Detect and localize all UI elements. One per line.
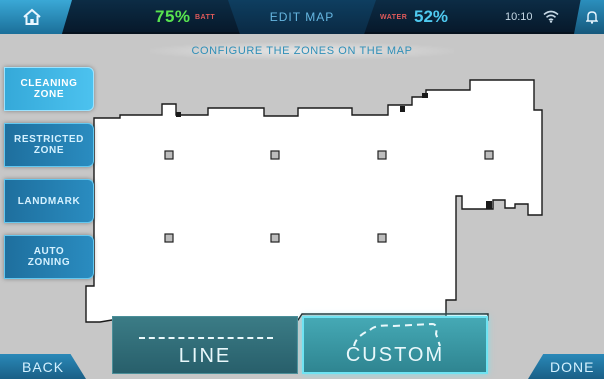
cleaning-zone-button[interactable]: CLEANING ZONE — [4, 67, 94, 111]
pillar-marker — [270, 233, 280, 243]
restricted-zone-button[interactable]: RESTRICTED ZONE — [4, 123, 94, 167]
map-detail — [486, 201, 492, 209]
cleaning-zone-label: CLEANING ZONE — [20, 78, 78, 100]
dashed-line-icon — [139, 337, 273, 339]
auto-zoning-button[interactable]: AUTO ZONING — [4, 235, 94, 279]
landmark-label: LANDMARK — [17, 195, 81, 207]
auto-zoning-label: AUTO ZONING — [27, 246, 71, 268]
pillar-marker — [377, 233, 387, 243]
line-mode-button[interactable]: LINE — [112, 316, 298, 374]
custom-shape-icon — [353, 322, 441, 347]
map-detail — [422, 93, 428, 98]
line-mode-label: LINE — [178, 345, 232, 367]
map-detail — [400, 106, 405, 112]
pillar-marker — [484, 150, 494, 160]
custom-mode-button[interactable]: CUSTOM — [302, 316, 488, 374]
pillar-marker — [377, 150, 387, 160]
pillar-marker — [164, 150, 174, 160]
restricted-zone-label: RESTRICTED ZONE — [14, 134, 84, 156]
back-label: BACK — [22, 358, 65, 375]
landmark-button[interactable]: LANDMARK — [4, 179, 94, 223]
done-label: DONE — [550, 358, 595, 375]
instruction-text: CONFIGURE THE ZONES ON THE MAP — [150, 42, 454, 60]
map-free-area — [85, 79, 543, 323]
pillar-marker — [164, 233, 174, 243]
pillar-marker — [270, 150, 280, 160]
map-detail — [176, 112, 181, 117]
